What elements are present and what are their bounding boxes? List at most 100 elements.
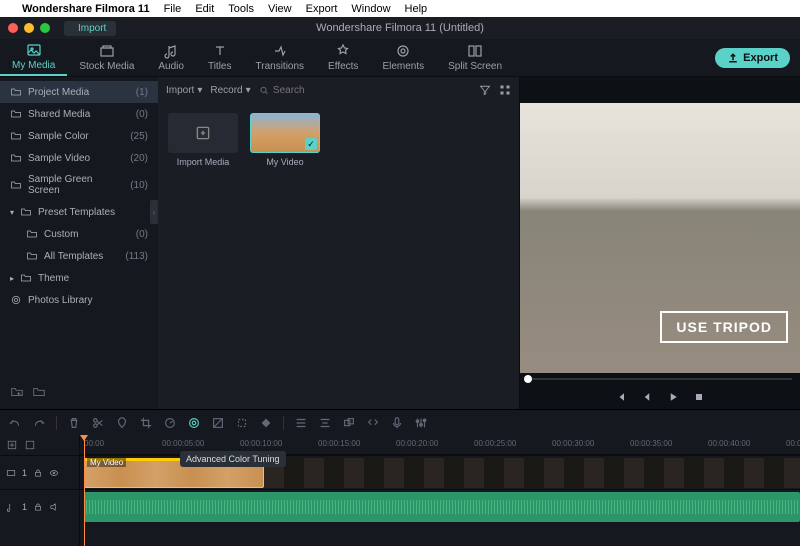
preview-panel: USE TRIPOD (520, 77, 800, 409)
tab-transitions[interactable]: Transitions (244, 39, 317, 76)
export-button[interactable]: Export (715, 48, 790, 68)
step-back-icon[interactable] (641, 391, 653, 403)
transitions-icon (272, 43, 288, 59)
playhead[interactable] (84, 435, 85, 546)
module-tabs: My Media Stock Media Audio Titles Transi… (0, 39, 800, 77)
lock-icon[interactable] (33, 468, 43, 478)
import-button[interactable]: Import (64, 21, 116, 36)
sidebar-item[interactable]: Project Media(1) (0, 81, 158, 103)
photos-icon (10, 294, 22, 306)
folder-icon[interactable] (32, 385, 46, 399)
menu-file[interactable]: File (164, 3, 182, 15)
sidebar-item[interactable]: Custom(0) (0, 223, 158, 245)
list-icon[interactable] (294, 416, 308, 430)
export-label: Export (743, 52, 778, 64)
sidebar-item[interactable]: Photos Library (0, 289, 158, 311)
redo-icon[interactable] (32, 416, 46, 430)
add-track-icon[interactable] (6, 439, 18, 451)
marker-icon[interactable] (115, 416, 129, 430)
menu-view[interactable]: View (268, 3, 292, 15)
menu-tools[interactable]: Tools (228, 3, 254, 15)
sidebar-item[interactable]: Sample Green Screen(10) (0, 169, 158, 201)
media-clip-tile[interactable]: My Video (250, 113, 320, 167)
filter-icon[interactable] (479, 84, 491, 96)
sidebar-item[interactable]: Shared Media(0) (0, 103, 158, 125)
scrub-track (532, 378, 792, 380)
delete-icon[interactable] (67, 416, 81, 430)
sidebar-collapse-handle[interactable]: ‹ (150, 200, 158, 224)
chevron-down-icon: ▾ (246, 85, 251, 96)
tab-stock-media[interactable]: Stock Media (67, 39, 146, 76)
keyframe-icon[interactable] (259, 416, 273, 430)
stop-icon[interactable] (693, 391, 705, 403)
tab-elements[interactable]: Elements (370, 39, 436, 76)
maximize-window-button[interactable] (40, 23, 50, 33)
record-dropdown[interactable]: Record▾ (210, 85, 250, 96)
audio-track-header[interactable]: 1 (0, 489, 79, 523)
video-track-header[interactable]: 1 (0, 455, 79, 489)
undo-icon[interactable] (8, 416, 22, 430)
tab-label: My Media (12, 60, 55, 71)
sidebar-count: (25) (130, 131, 148, 142)
visibility-icon[interactable] (49, 468, 59, 478)
grid-view-icon[interactable] (499, 84, 511, 96)
tab-label: Audio (158, 61, 184, 72)
sidebar-item[interactable]: Sample Video(20) (0, 147, 158, 169)
search-field[interactable] (259, 85, 471, 96)
tab-titles[interactable]: Titles (196, 39, 244, 76)
close-window-button[interactable] (8, 23, 18, 33)
ruler-mark: 00:00:20:00 (396, 439, 438, 448)
scrub-handle[interactable] (524, 375, 532, 383)
import-dropdown[interactable]: Import▾ (166, 85, 202, 96)
app-name[interactable]: Wondershare Filmora 11 (22, 3, 150, 15)
new-folder-icon[interactable] (10, 385, 24, 399)
video-clip-extended[interactable] (264, 458, 800, 488)
track-options-icon[interactable] (24, 439, 36, 451)
menu-edit[interactable]: Edit (195, 3, 214, 15)
skip-back-icon[interactable] (615, 391, 627, 403)
play-icon[interactable] (667, 391, 679, 403)
ruler-mark: 00:00:05:00 (162, 439, 204, 448)
align-icon[interactable] (318, 416, 332, 430)
import-media-tile[interactable]: Import Media (168, 113, 238, 167)
sidebar-label: Sample Green Screen (28, 174, 124, 196)
preview-scrubber[interactable] (520, 373, 800, 385)
speed-icon[interactable] (163, 416, 177, 430)
detect-icon[interactable] (235, 416, 249, 430)
tab-my-media[interactable]: My Media (0, 39, 67, 76)
mute-icon[interactable] (49, 502, 59, 512)
tab-audio[interactable]: Audio (146, 39, 196, 76)
tab-effects[interactable]: Effects (316, 39, 370, 76)
minimize-window-button[interactable] (24, 23, 34, 33)
search-input[interactable] (273, 85, 471, 96)
record-vo-icon[interactable] (390, 416, 404, 430)
folder-icon (10, 179, 22, 191)
green-screen-icon[interactable] (211, 416, 225, 430)
menu-help[interactable]: Help (405, 3, 428, 15)
sidebar-item[interactable]: Sample Color(25) (0, 125, 158, 147)
sidebar-item[interactable]: ▾Preset Templates (0, 201, 158, 223)
folder-icon (10, 152, 22, 164)
group-icon[interactable] (342, 416, 356, 430)
sidebar-count: (0) (136, 109, 148, 120)
audio-track-icon (6, 502, 16, 512)
menu-export[interactable]: Export (306, 3, 338, 15)
lock-icon[interactable] (33, 502, 43, 512)
timeline-tracks-area[interactable]: 00:0000:00:05:0000:00:10:0000:00:15:0000… (80, 435, 800, 546)
crop-icon[interactable] (139, 416, 153, 430)
sidebar-item[interactable]: All Templates(113) (0, 245, 158, 267)
expand-icon[interactable] (366, 416, 380, 430)
menu-window[interactable]: Window (351, 3, 390, 15)
split-clip-icon[interactable] (91, 416, 105, 430)
sidebar-item[interactable]: ▸Theme (0, 267, 158, 289)
chevron-down-icon: ▾ (10, 208, 14, 217)
mixer-icon[interactable] (414, 416, 428, 430)
title-overlay: USE TRIPOD (660, 311, 788, 343)
track-number: 1 (22, 468, 27, 478)
color-tuning-icon[interactable] (187, 416, 201, 430)
preview-viewport[interactable]: USE TRIPOD (520, 103, 800, 373)
audio-track[interactable] (80, 489, 800, 523)
audio-clip[interactable] (84, 492, 800, 522)
tab-split-screen[interactable]: Split Screen (436, 39, 514, 76)
folder-icon (20, 206, 32, 218)
